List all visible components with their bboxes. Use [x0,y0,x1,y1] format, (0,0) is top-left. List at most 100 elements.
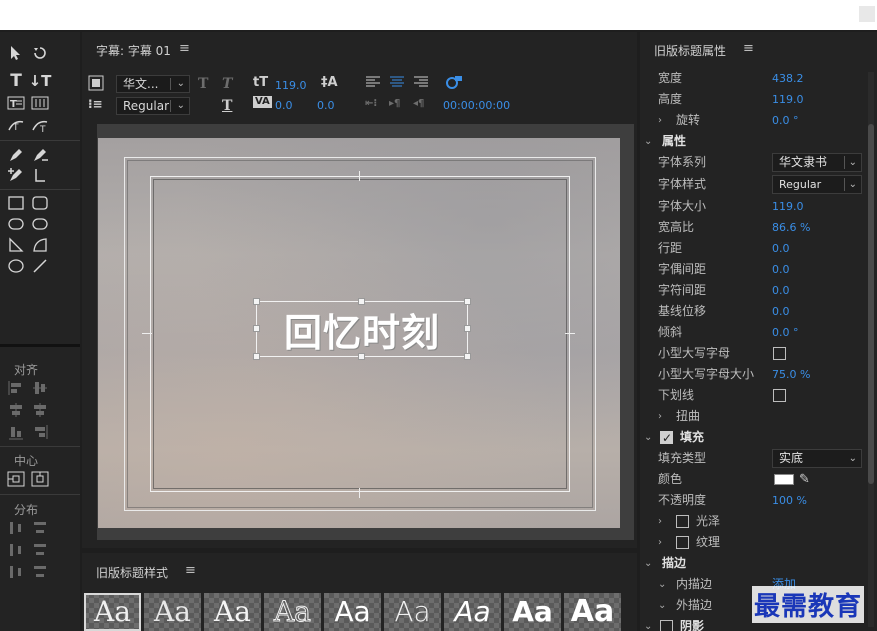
arc-tool-icon[interactable] [30,236,50,254]
font-family-dropdown[interactable]: 华文隶书 ⌄ [772,153,862,172]
pen-tool-icon[interactable] [6,146,26,164]
center-horizontal-icon[interactable] [6,470,26,488]
align-hcenter-icon[interactable] [6,401,26,419]
path-type-tool-icon[interactable]: T [6,116,26,134]
style-swatch[interactable]: Aa [384,593,441,631]
distribute-bottom-icon[interactable] [30,563,50,581]
line-tool-icon[interactable] [30,257,50,275]
title-text-object[interactable]: 回忆时刻 [256,301,468,357]
distribute-vcenter-icon[interactable] [30,541,50,559]
tab-align-right-icon[interactable]: ◂¶ [413,98,424,109]
align-left-icon[interactable] [6,379,26,397]
distribute-left-icon[interactable] [6,519,26,537]
shadow-checkbox[interactable] [660,620,673,631]
distribute-right-icon[interactable] [6,563,26,581]
align-bottom-icon[interactable] [6,423,26,441]
font-style-dropdown[interactable]: Regular ⌄ [772,175,862,194]
fill-type-dropdown[interactable]: 实底 ⌄ [772,449,862,468]
underline-icon[interactable]: T [222,98,232,114]
bold-icon[interactable]: T [198,76,208,92]
props-menu-icon[interactable]: ≡ [743,41,754,56]
tab-stops-icon[interactable]: ⁝≡ [88,97,103,111]
section-attributes[interactable]: ⌄ 属性 [640,131,866,152]
align-middle-icon[interactable] [30,401,50,419]
resize-handle[interactable] [464,298,471,305]
align-text-right-icon[interactable] [413,75,429,93]
align-vcenter-icon[interactable] [30,379,50,397]
canvas-area: 回忆时刻 [97,124,634,540]
align-text-center-icon[interactable] [389,75,405,93]
rounded-corner-rect-tool-icon[interactable] [30,215,50,233]
resize-handle[interactable] [464,353,471,360]
scrollbar-thumb[interactable] [868,124,874,484]
resize-handle[interactable] [253,353,260,360]
resize-handle[interactable] [358,353,365,360]
ellipse-tool-icon[interactable] [6,257,26,275]
distribute-top-icon[interactable] [30,519,50,537]
window-button[interactable] [859,6,875,22]
add-anchor-tool-icon[interactable] [6,166,26,184]
panel-menu-icon[interactable]: ≡ [179,41,190,56]
title-canvas[interactable]: 回忆时刻 [98,138,620,528]
fill-checkbox[interactable] [660,428,673,449]
style-swatch[interactable]: Aa [204,593,261,631]
font-family-select[interactable]: 华文... ⌄ [116,75,190,93]
align-right-icon[interactable] [30,423,50,441]
show-background-video-icon[interactable] [446,75,464,93]
prop-distort[interactable]: › 扭曲 [640,406,866,427]
tab-align-center-icon[interactable]: ▸¶ [389,98,400,109]
section-stroke[interactable]: ⌄ 描边 [640,553,866,574]
distribute-label: 分布 [14,503,39,517]
style-swatch[interactable]: Aa [144,593,201,631]
kerning-icon[interactable]: VA [253,96,272,108]
background-toggle-icon[interactable] [88,75,104,95]
style-swatch[interactable]: Aa [324,593,381,631]
style-swatch[interactable]: Aa [564,593,621,631]
rectangle-tool-icon[interactable] [6,194,26,212]
prop-sheen[interactable]: › 光泽 [640,511,866,532]
section-fill[interactable]: ⌄填充 [640,427,866,449]
timecode[interactable]: 00:00:00:00 [443,99,510,112]
small-caps-checkbox[interactable] [773,347,786,360]
style-swatch[interactable]: Aa [444,593,501,631]
resize-handle[interactable] [253,298,260,305]
font-size-icon[interactable]: tT [253,75,268,90]
italic-icon[interactable]: T [222,76,232,92]
wedge-tool-icon[interactable] [6,236,26,254]
resize-handle[interactable] [253,325,260,332]
rounded-rectangle-tool-icon[interactable] [30,194,50,212]
texture-checkbox[interactable] [676,536,689,549]
vertical-area-type-tool-icon[interactable] [30,94,50,112]
kerning-value[interactable]: 0.0 [275,99,293,112]
vertical-type-tool-icon[interactable]: ↓T [29,72,52,90]
style-swatch[interactable]: Aa [84,593,141,631]
clipped-corner-rect-tool-icon[interactable] [6,215,26,233]
type-tool-icon[interactable]: T [6,71,26,91]
underline-checkbox[interactable] [773,389,786,402]
resize-handle[interactable] [358,298,365,305]
style-swatch[interactable]: Aa [264,593,321,631]
selection-tool-icon[interactable] [6,44,26,62]
separator [0,140,80,141]
tracking-value[interactable]: 0.0 [317,99,335,112]
resize-handle[interactable] [464,325,471,332]
distribute-hcenter-icon[interactable] [6,541,26,559]
watermark-logo: 最需教育 [752,586,865,623]
font-size-value[interactable]: 119.0 [275,79,307,92]
prop-texture[interactable]: › 纹理 [640,532,866,553]
center-vertical-icon[interactable] [30,470,50,488]
styles-menu-icon[interactable]: ≡ [185,563,196,578]
delete-anchor-tool-icon[interactable] [30,146,50,164]
eyedropper-icon[interactable]: ✎ [799,469,810,490]
align-text-left-icon[interactable] [365,75,381,93]
convert-anchor-tool-icon[interactable] [30,166,50,184]
sheen-checkbox[interactable] [676,515,689,528]
area-type-tool-icon[interactable]: T [6,94,26,112]
fill-color-swatch[interactable] [774,474,794,485]
tab-align-left-icon[interactable]: ⇤⁝ [365,98,377,109]
rotate-tool-icon[interactable] [30,44,50,62]
style-swatch[interactable]: Aa [504,593,561,631]
font-style-select[interactable]: Regular ⌄ [116,97,190,115]
vertical-path-type-tool-icon[interactable]: T [30,116,50,134]
leading-icon[interactable]: ‡A [321,75,338,90]
